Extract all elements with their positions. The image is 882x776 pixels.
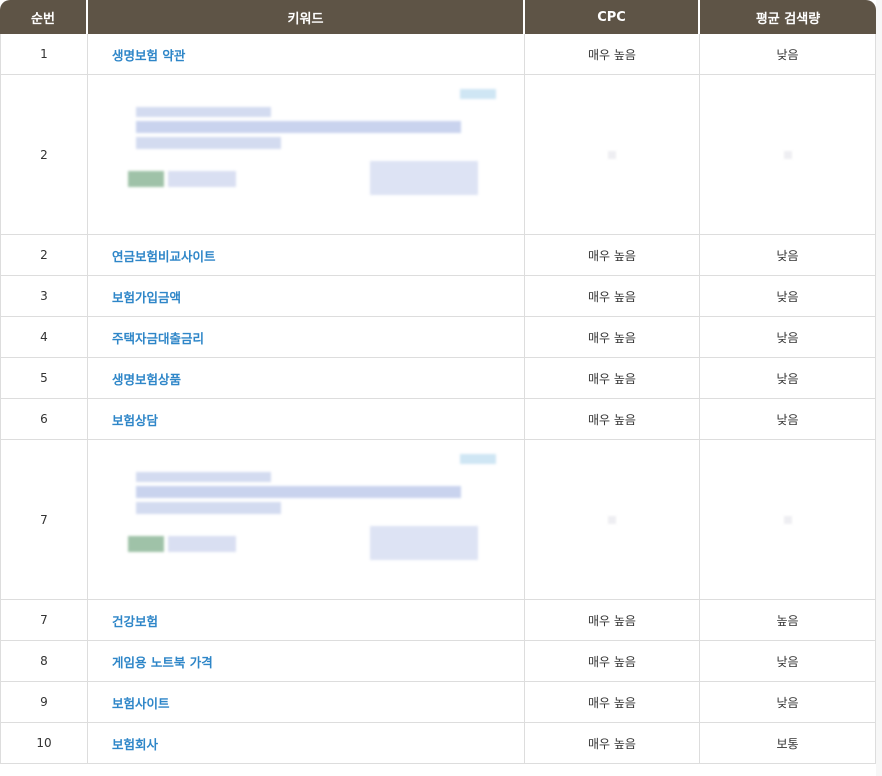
- volume-cell: 낮음: [700, 399, 876, 440]
- cpc-cell: 매우 높음: [525, 276, 700, 317]
- rank-cell: 6: [0, 399, 88, 440]
- keyword-table: 순번 키워드 CPC 평균 검색량 1 생명보험 약관 매우 높음 낮음 2 2…: [0, 0, 876, 764]
- cpc-cell: 매우 높음: [525, 723, 700, 764]
- table-row: 10 보험회사 매우 높음 보통: [0, 723, 876, 764]
- rank-cell: 3: [0, 276, 88, 317]
- table-row: 7 건강보험 매우 높음 높음: [0, 600, 876, 641]
- keyword-cell: 주택자금대출금리: [88, 317, 525, 358]
- rank-cell: 7: [0, 600, 88, 641]
- rank-cell: 7: [0, 440, 88, 600]
- rank-cell: 10: [0, 723, 88, 764]
- rank-cell: 5: [0, 358, 88, 399]
- keyword-cell: 연금보험비교사이트: [88, 235, 525, 276]
- volume-cell: [700, 440, 876, 600]
- placeholder-dot: [783, 150, 792, 159]
- header-cpc: CPC: [525, 0, 700, 34]
- keyword-link[interactable]: 보험회사: [112, 737, 158, 752]
- header-volume: 평균 검색량: [700, 0, 876, 34]
- blurred-ad-content: [88, 75, 524, 234]
- header-keyword: 키워드: [88, 0, 525, 34]
- keyword-link[interactable]: 연금보험비교사이트: [112, 249, 216, 264]
- table-row: 9 보험사이트 매우 높음 낮음: [0, 682, 876, 723]
- scrollbar-track[interactable]: [876, 0, 882, 776]
- volume-cell: 낮음: [700, 276, 876, 317]
- keyword-link[interactable]: 보험상담: [112, 413, 158, 428]
- keyword-cell: 보험가입금액: [88, 276, 525, 317]
- keyword-link[interactable]: 건강보험: [112, 614, 158, 629]
- keyword-link[interactable]: 보험가입금액: [112, 290, 181, 305]
- keyword-link[interactable]: 게임용 노트북 가격: [112, 655, 213, 670]
- placeholder-dot: [783, 515, 792, 524]
- volume-cell: 낮음: [700, 358, 876, 399]
- cpc-cell: 매우 높음: [525, 358, 700, 399]
- volume-cell: 낮음: [700, 641, 876, 682]
- keyword-link[interactable]: 주택자금대출금리: [112, 331, 204, 346]
- cpc-cell: [525, 440, 700, 600]
- blurred-ad-content: [88, 440, 524, 599]
- volume-cell: 낮음: [700, 682, 876, 723]
- cpc-cell: 매우 높음: [525, 682, 700, 723]
- volume-cell: 낮음: [700, 317, 876, 358]
- volume-cell: 보통: [700, 723, 876, 764]
- rank-cell: 2: [0, 75, 88, 235]
- table-row: 5 생명보험상품 매우 높음 낮음: [0, 358, 876, 399]
- keyword-cell: 생명보험상품: [88, 358, 525, 399]
- keyword-cell: 게임용 노트북 가격: [88, 641, 525, 682]
- cpc-cell: 매우 높음: [525, 34, 700, 75]
- header-rank: 순번: [0, 0, 88, 34]
- ad-row: 2: [0, 75, 876, 235]
- rank-cell: 2: [0, 235, 88, 276]
- ad-slot[interactable]: [88, 75, 525, 235]
- rank-cell: 9: [0, 682, 88, 723]
- cpc-cell: 매우 높음: [525, 641, 700, 682]
- cpc-cell: [525, 75, 700, 235]
- keyword-cell: 보험사이트: [88, 682, 525, 723]
- keyword-link[interactable]: 보험사이트: [112, 696, 170, 711]
- table-row: 3 보험가입금액 매우 높음 낮음: [0, 276, 876, 317]
- keyword-link[interactable]: 생명보험 약관: [112, 48, 185, 63]
- placeholder-dot: [608, 150, 616, 159]
- table-row: 1 생명보험 약관 매우 높음 낮음: [0, 34, 876, 75]
- cpc-cell: 매우 높음: [525, 399, 700, 440]
- keyword-cell: 건강보험: [88, 600, 525, 641]
- volume-cell: 낮음: [700, 34, 876, 75]
- cpc-cell: 매우 높음: [525, 235, 700, 276]
- table-header-row: 순번 키워드 CPC 평균 검색량: [0, 0, 876, 34]
- keyword-table-container: 순번 키워드 CPC 평균 검색량 1 생명보험 약관 매우 높음 낮음 2 2…: [0, 0, 876, 776]
- volume-cell: [700, 75, 876, 235]
- volume-cell: 높음: [700, 600, 876, 641]
- keyword-link[interactable]: 생명보험상품: [112, 372, 181, 387]
- keyword-cell: 보험상담: [88, 399, 525, 440]
- keyword-cell: 생명보험 약관: [88, 34, 525, 75]
- cpc-cell: 매우 높음: [525, 317, 700, 358]
- volume-cell: 낮음: [700, 235, 876, 276]
- rank-cell: 4: [0, 317, 88, 358]
- rank-cell: 1: [0, 34, 88, 75]
- placeholder-dot: [608, 515, 616, 524]
- ad-row: 7: [0, 440, 876, 600]
- cpc-cell: 매우 높음: [525, 600, 700, 641]
- table-row: 6 보험상담 매우 높음 낮음: [0, 399, 876, 440]
- table-row: 2 연금보험비교사이트 매우 높음 낮음: [0, 235, 876, 276]
- ad-slot[interactable]: [88, 440, 525, 600]
- table-row: 4 주택자금대출금리 매우 높음 낮음: [0, 317, 876, 358]
- rank-cell: 8: [0, 641, 88, 682]
- keyword-cell: 보험회사: [88, 723, 525, 764]
- table-row: 8 게임용 노트북 가격 매우 높음 낮음: [0, 641, 876, 682]
